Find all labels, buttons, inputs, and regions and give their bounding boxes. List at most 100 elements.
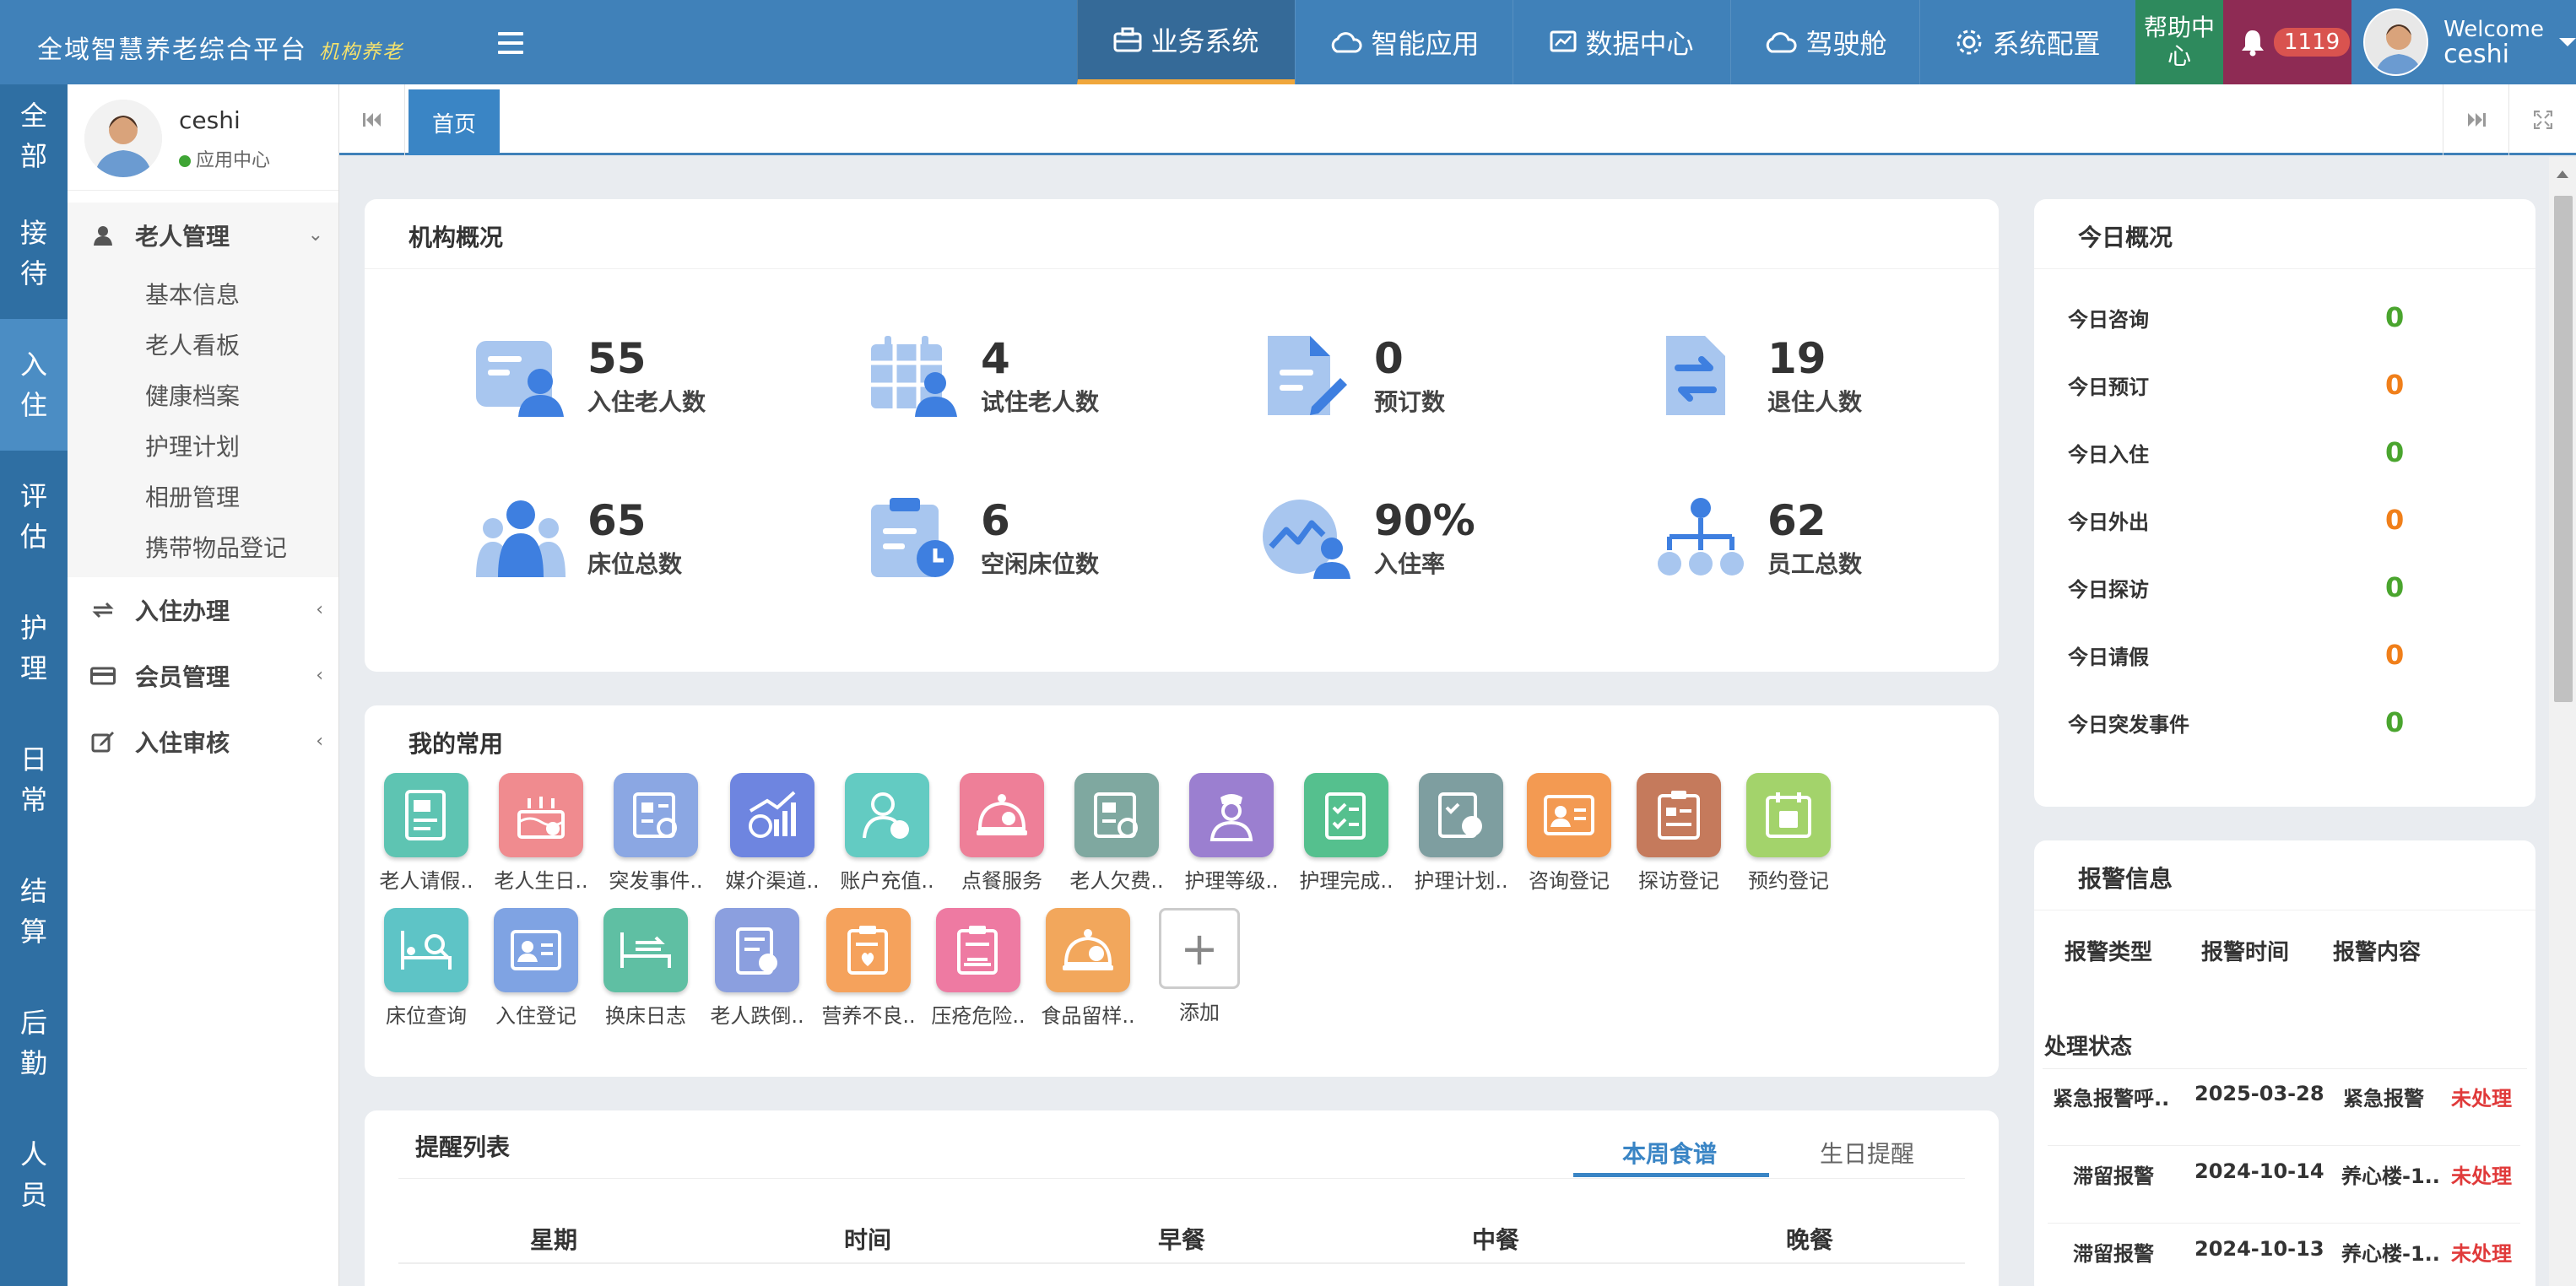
nav-cockpit[interactable]: 驾驶舱 xyxy=(1730,0,1919,84)
fav-add-button[interactable]: + 添加 xyxy=(1146,908,1253,1025)
fav-care-plan[interactable]: 护理计划.. xyxy=(1408,773,1514,894)
column-header: 时间 xyxy=(844,1226,892,1254)
report-icon xyxy=(614,773,698,857)
table-row[interactable]: 滞留报警 2024-10-13 养心楼-1.. 未处理 xyxy=(2048,1225,2520,1286)
fav-pressure-ulcer[interactable]: 压疮危险.. xyxy=(925,908,1031,1029)
stat-occupancy-rate: 90% 入住率 xyxy=(1261,496,1475,581)
welcome-text: Welcome ceshi xyxy=(2443,17,2544,69)
profile-status[interactable]: 应用中心 xyxy=(179,145,270,172)
user-icon xyxy=(86,225,120,246)
document-edit-icon xyxy=(1268,336,1347,415)
fav-elder-arrears[interactable]: 老人欠费.. xyxy=(1063,773,1170,894)
cake-icon xyxy=(499,773,583,857)
fav-media-channel[interactable]: 媒介渠道.. xyxy=(719,773,825,894)
notification-button[interactable]: 1119 xyxy=(2223,0,2351,84)
active-tab-indicator xyxy=(1573,1173,1769,1177)
fav-food-sample[interactable]: 食品留样.. xyxy=(1035,908,1141,1029)
nav-system-config[interactable]: 系统配置 xyxy=(1919,0,2135,84)
status-badge: 未处理 xyxy=(2451,1087,2512,1110)
risk-clipboard-icon xyxy=(936,908,1020,992)
bell-icon xyxy=(2242,30,2264,57)
exchange-document-icon xyxy=(1666,336,1725,415)
scroll-thumb[interactable] xyxy=(2554,196,2573,702)
scroll-up-icon[interactable] xyxy=(2557,170,2568,178)
submenu-album[interactable]: 相册管理 xyxy=(68,471,338,521)
tab-birthday-reminder[interactable]: 生日提醒 xyxy=(1820,1136,1914,1170)
fav-appointment-register[interactable]: 预约登记 xyxy=(1735,773,1842,894)
nav-business-system[interactable]: 业务系统 xyxy=(1077,0,1295,84)
module-daily[interactable]: 日常 xyxy=(0,714,68,846)
favorites-card: 我的常用 老人请假.. 老人生日.. 突发事件.. 媒介渠道.. 账户充值.. … xyxy=(365,705,1999,1077)
menu-group-checkin-review[interactable]: 入住审核 ‹ xyxy=(68,709,338,775)
fav-emergency[interactable]: 突发事件.. xyxy=(603,773,709,894)
favorites-title: 我的常用 xyxy=(409,730,504,758)
menu-toggle-icon[interactable] xyxy=(498,32,523,54)
module-reception[interactable]: 接待 xyxy=(0,187,68,319)
reminders-title: 提醒列表 xyxy=(415,1133,511,1161)
fav-visit-register[interactable]: 探访登记 xyxy=(1626,773,1732,894)
today-row: 今日请假 0 xyxy=(2068,639,2405,671)
module-nav: 全部 接待 入住 评估 护理 日常 结算 后勤 人员 xyxy=(0,84,68,1286)
fav-consult-register[interactable]: 咨询登记 xyxy=(1516,773,1622,894)
help-center-button[interactable]: 帮助中心 xyxy=(2135,0,2223,84)
gear-icon xyxy=(1956,30,1982,55)
fall-report-icon xyxy=(715,908,799,992)
briefcase-icon xyxy=(1113,27,1142,52)
submenu-care-plan[interactable]: 护理计划 xyxy=(68,420,338,471)
chevron-down-icon xyxy=(2559,38,2576,46)
fav-elder-leave[interactable]: 老人请假.. xyxy=(373,773,479,894)
food-cloche-icon xyxy=(960,773,1044,857)
submenu-health-records[interactable]: 健康档案 xyxy=(68,370,338,420)
fav-meal-service[interactable]: 点餐服务 xyxy=(949,773,1055,894)
submenu-basic-info[interactable]: 基本信息 xyxy=(68,268,338,319)
module-nursing[interactable]: 护理 xyxy=(0,582,68,714)
tab-weekly-menu[interactable]: 本周食谱 xyxy=(1622,1136,1717,1170)
skip-back-icon xyxy=(362,113,381,127)
edit-icon xyxy=(86,731,120,753)
fav-checkin-register[interactable]: 入住登记 xyxy=(483,908,589,1029)
module-staff[interactable]: 人员 xyxy=(0,1109,68,1240)
chevron-down-icon: ⌄ xyxy=(307,224,323,246)
table-row[interactable]: 紧急报警呼.. 2025-03-28 紧急报警 未处理 xyxy=(2048,1070,2520,1146)
menu-group-elder-management[interactable]: 老人管理 ⌄ xyxy=(68,203,338,268)
main-scrollbar[interactable] xyxy=(2549,157,2576,1286)
user-menu[interactable]: Welcome ceshi xyxy=(2351,0,2576,84)
fav-elder-fall[interactable]: 老人跌倒.. xyxy=(704,908,810,1029)
chevron-left-icon: ‹ xyxy=(316,599,323,620)
skip-forward-icon xyxy=(2467,113,2486,127)
column-header: 早餐 xyxy=(1158,1226,1206,1254)
cloud-icon xyxy=(1767,32,1798,53)
tab-home[interactable]: 首页 xyxy=(409,89,500,155)
profile-panel: ceshi 应用中心 xyxy=(68,84,338,191)
stat-checkouts: 19 退住人数 xyxy=(1654,334,1862,419)
fav-bed-query[interactable]: 床位查询 xyxy=(373,908,479,1029)
module-settlement[interactable]: 结算 xyxy=(0,846,68,977)
table-row[interactable]: 滞留报警 2024-10-14 养心楼-1.. 未处理 xyxy=(2048,1148,2520,1224)
fav-bed-change-log[interactable]: 换床日志 xyxy=(593,908,699,1029)
nav-smart-apps[interactable]: 智能应用 xyxy=(1295,0,1513,84)
tab-scroll-right-button[interactable] xyxy=(2443,84,2508,155)
fullscreen-button[interactable] xyxy=(2508,84,2576,155)
module-logistics[interactable]: 后勤 xyxy=(0,977,68,1109)
module-checkin[interactable]: 入住 xyxy=(0,319,68,451)
fav-elder-birthday[interactable]: 老人生日.. xyxy=(488,773,594,894)
top-nav: 业务系统 智能应用 数据中心 驾驶舱 系统配置 xyxy=(1077,0,2135,84)
tab-scroll-left-button[interactable] xyxy=(339,84,405,155)
fav-account-recharge[interactable]: 账户充值.. xyxy=(834,773,940,894)
stat-trial-residents: 4 试住老人数 xyxy=(868,334,1099,419)
module-all[interactable]: 全部 xyxy=(15,84,52,187)
plus-icon: + xyxy=(1159,908,1240,989)
fav-care-completion[interactable]: 护理完成.. xyxy=(1293,773,1399,894)
today-value: 0 xyxy=(2385,369,2405,401)
submenu-elder-board[interactable]: 老人看板 xyxy=(68,319,338,370)
module-assessment[interactable]: 评估 xyxy=(0,451,68,582)
menu-group-membership[interactable]: 会员管理 ‹ xyxy=(68,643,338,709)
column-header: 中餐 xyxy=(1472,1226,1520,1254)
calendar-user-icon xyxy=(871,336,957,417)
menu-group-checkin[interactable]: 入住办理 ‹ xyxy=(68,577,338,643)
fav-care-level[interactable]: 护理等级.. xyxy=(1178,773,1285,894)
fav-malnutrition[interactable]: 营养不良.. xyxy=(815,908,922,1029)
online-status-dot xyxy=(179,155,191,167)
submenu-belongings[interactable]: 携带物品登记 xyxy=(68,521,338,572)
nav-data-center[interactable]: 数据中心 xyxy=(1513,0,1730,84)
